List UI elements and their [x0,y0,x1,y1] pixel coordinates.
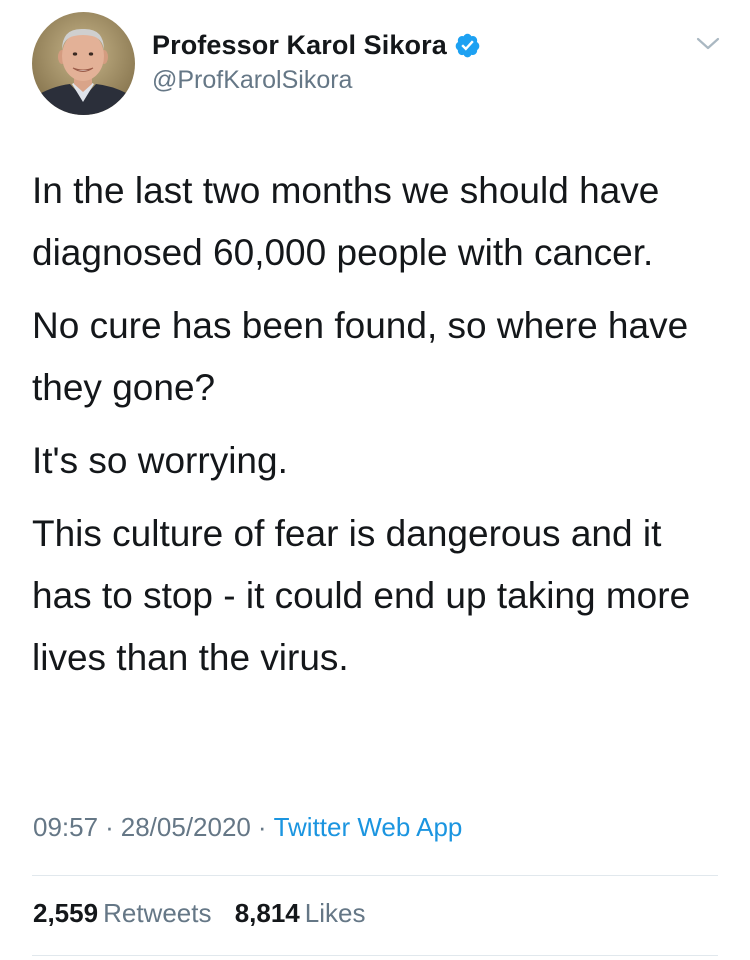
avatar[interactable] [32,12,135,115]
divider [32,875,718,876]
verified-badge-icon [454,32,481,59]
tweet-time[interactable]: 09:57 [33,812,98,842]
author-name-row: Professor Karol Sikora [152,28,481,62]
meta-separator: · [105,812,114,842]
meta-separator: · [257,812,267,842]
author-display-name[interactable]: Professor Karol Sikora [152,30,447,61]
likes-stat[interactable]: 8,814 Likes [235,898,366,929]
avatar-photo [32,12,135,115]
retweets-stat[interactable]: 2,559 Retweets [33,898,211,929]
retweets-label: Retweets [103,898,212,928]
tweet-meta: 09:57 · 28/05/2020 · Twitter Web App [33,812,462,843]
tweet-card: Professor Karol Sikora @ProfKarolSikora … [0,0,750,960]
tweet-stats: 2,559 Retweets 8,814 Likes [33,898,381,929]
divider [32,955,718,956]
tweet-paragraph: No cure has been found, so where have th… [32,305,689,408]
tweet-paragraph: This culture of fear is dangerous and it… [32,513,691,678]
likes-label: Likes [304,898,366,928]
tweet-text: In the last two months we should have di… [32,160,722,700]
likes-count: 8,814 [234,898,300,928]
tweet-paragraph: In the last two months we should have di… [32,170,660,273]
tweet-source-link[interactable]: Twitter Web App [274,812,463,842]
tweet-paragraph: It's so worrying. [32,440,288,481]
author-handle[interactable]: @ProfKarolSikora [152,66,352,95]
chevron-down-icon[interactable] [694,30,722,58]
tweet-date[interactable]: 28/05/2020 [121,812,251,842]
retweets-count: 2,559 [33,898,99,928]
